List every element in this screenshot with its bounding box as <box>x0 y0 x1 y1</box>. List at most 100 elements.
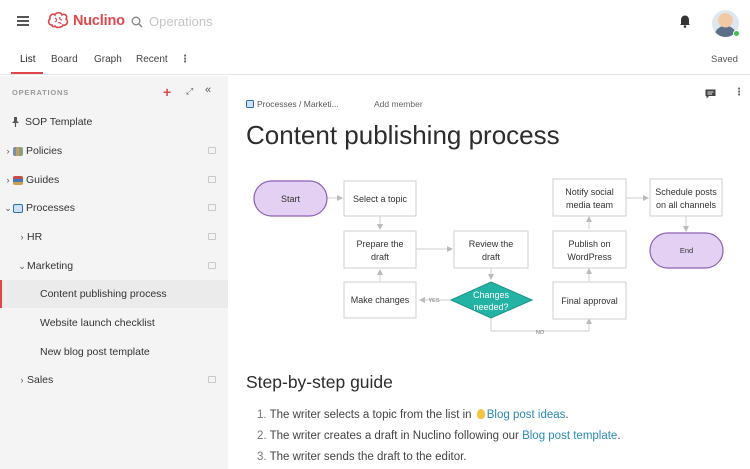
sidebar-item-label: Marketing <box>27 260 74 272</box>
flow-label: End <box>680 246 693 255</box>
more-options-icon[interactable]: ⋮ <box>734 87 744 98</box>
sidebar-item-content-publishing-process[interactable]: Content publishing process <box>0 280 228 308</box>
flow-node-make-changes: Make changes <box>343 281 417 319</box>
tab-board[interactable]: Board <box>51 54 78 65</box>
sidebar-item-label: Content publishing process <box>40 288 167 300</box>
flow-label: WordPress <box>567 252 612 262</box>
flow-label: media team <box>566 200 613 210</box>
step-text: The writer selects a topic from the list… <box>269 409 472 421</box>
sidebar-item-sales[interactable]: › Sales <box>0 366 228 394</box>
sidebar-item-label: Website launch checklist <box>40 317 155 329</box>
flow-node-prepare-draft: Prepare the draft <box>343 230 417 269</box>
sidebar-item-sop-template[interactable]: SOP Template <box>0 108 228 136</box>
blog-post-template-link[interactable]: Blog post template <box>522 430 617 442</box>
tab-list[interactable]: List <box>20 54 36 65</box>
chevron-right-icon[interactable]: › <box>17 232 27 242</box>
list-number: 3. <box>257 451 267 463</box>
chevron-right-icon[interactable]: › <box>3 146 13 156</box>
flow-edge-label-yes: YES <box>428 298 439 304</box>
add-item-icon[interactable]: + <box>163 84 171 100</box>
page-title[interactable]: Content publishing process <box>246 120 560 151</box>
sidebar-item-label: Policies <box>26 145 63 157</box>
flow-label: Final approval <box>561 296 618 306</box>
expand-icon[interactable]: ⤢ <box>186 86 193 97</box>
sidebar-item-label: SOP Template <box>25 116 93 128</box>
brain-icon <box>47 12 69 29</box>
copy-icon[interactable] <box>208 176 216 183</box>
collapse-sidebar-icon[interactable]: « <box>205 84 211 96</box>
flow-label: Prepare the <box>356 239 403 249</box>
flow-label: Make changes <box>351 295 410 305</box>
flow-node-start: Start <box>253 180 328 217</box>
flow-node-final-approval: Final approval <box>552 281 627 320</box>
flow-edge-label-no: NO <box>536 330 545 336</box>
chevron-down-icon[interactable]: ⌄ <box>3 203 13 214</box>
active-tab-indicator <box>11 72 43 74</box>
chevron-right-icon[interactable]: › <box>3 175 13 185</box>
sidebar-item-guides[interactable]: › Guides <box>0 166 228 194</box>
flow-label: Start <box>281 194 301 204</box>
step-list: 1. The writer selects a topic from the l… <box>257 405 621 468</box>
breadcrumb[interactable]: Processes / Marketi... <box>246 99 339 109</box>
step-text: The writer sends the draft to the editor… <box>269 451 467 463</box>
sidebar-item-label: HR <box>27 231 43 243</box>
list-item[interactable]: 1. The writer selects a topic from the l… <box>257 405 621 426</box>
sidebar-item-policies[interactable]: › Policies <box>0 137 228 165</box>
search-input[interactable]: Operations <box>149 14 213 29</box>
flow-node-select-topic: Select a topic <box>343 180 417 217</box>
blog-post-ideas-link[interactable]: Blog post ideas <box>487 409 566 421</box>
flow-node-publish: Publish on WordPress <box>552 230 627 269</box>
save-status: Saved <box>711 54 738 65</box>
flow-label: Notify social <box>565 187 614 197</box>
breadcrumb-text[interactable]: Processes / Marketi... <box>257 99 339 109</box>
sidebar-item-label: New blog post template <box>40 346 150 358</box>
tab-graph[interactable]: Graph <box>94 54 122 65</box>
sidebar-item-hr[interactable]: › HR <box>0 223 228 251</box>
sidebar-item-label: Guides <box>26 174 60 186</box>
flow-label: Schedule posts <box>655 187 717 197</box>
copy-icon[interactable] <box>208 376 216 383</box>
copy-icon[interactable] <box>208 204 216 211</box>
gear-box-icon <box>13 203 23 213</box>
tab-recent[interactable]: Recent <box>136 54 168 65</box>
bell-icon[interactable] <box>679 14 691 28</box>
chevron-down-icon[interactable]: ⌄ <box>17 261 27 272</box>
step-text-end: . <box>565 409 569 421</box>
comment-icon[interactable] <box>705 89 716 99</box>
flow-node-changes-needed: Changes needed? <box>449 281 534 319</box>
flow-label: on all channels <box>656 200 717 210</box>
chevron-right-icon[interactable]: › <box>17 375 27 385</box>
flow-label: draft <box>371 252 390 262</box>
sidebar-header: OPERATIONS <box>12 88 70 97</box>
sidebar-item-processes[interactable]: ⌄ Processes <box>0 194 228 222</box>
gear-box-icon <box>246 100 254 108</box>
sidebar-item-marketing[interactable]: ⌄ Marketing <box>0 252 228 280</box>
logo[interactable]: Nuclino <box>47 12 125 29</box>
flow-node-notify: Notify social media team <box>552 178 627 217</box>
document-area: Processes / Marketi... Add member ⋮ Cont… <box>229 76 750 469</box>
app-name: Nuclino <box>73 12 125 29</box>
flow-label: Publish on <box>568 239 610 249</box>
books-icon <box>13 146 23 156</box>
search-box[interactable]: Operations <box>131 14 213 29</box>
copy-icon[interactable] <box>208 262 216 269</box>
sidebar-item-label: Processes <box>26 202 76 214</box>
sidebar-item-website-launch-checklist[interactable]: Website launch checklist <box>0 309 228 337</box>
flow-label: needed? <box>473 302 508 312</box>
sidebar-item-new-blog-post-template[interactable]: New blog post template <box>0 338 228 366</box>
list-item[interactable]: 2. The writer creates a draft in Nuclino… <box>257 426 621 447</box>
view-tabs: List Board Graph Recent ⋮ Saved <box>0 45 750 75</box>
flowchart: Start Select a topic Prepare the draft R… <box>253 178 724 336</box>
online-status-dot <box>733 30 740 37</box>
step-text-end: . <box>617 430 621 442</box>
flow-node-review-draft: Review the draft <box>453 230 529 269</box>
list-item[interactable]: 3. The writer sends the draft to the edi… <box>257 447 621 468</box>
more-tabs-icon[interactable]: ⋮ <box>180 54 190 65</box>
copy-icon[interactable] <box>208 233 216 240</box>
flow-label: draft <box>482 252 501 262</box>
guide-heading[interactable]: Step-by-step guide <box>246 372 393 393</box>
copy-icon[interactable] <box>208 147 216 154</box>
menu-icon[interactable] <box>17 16 29 26</box>
list-number: 1. <box>257 409 267 421</box>
add-member-button[interactable]: Add member <box>374 99 423 109</box>
